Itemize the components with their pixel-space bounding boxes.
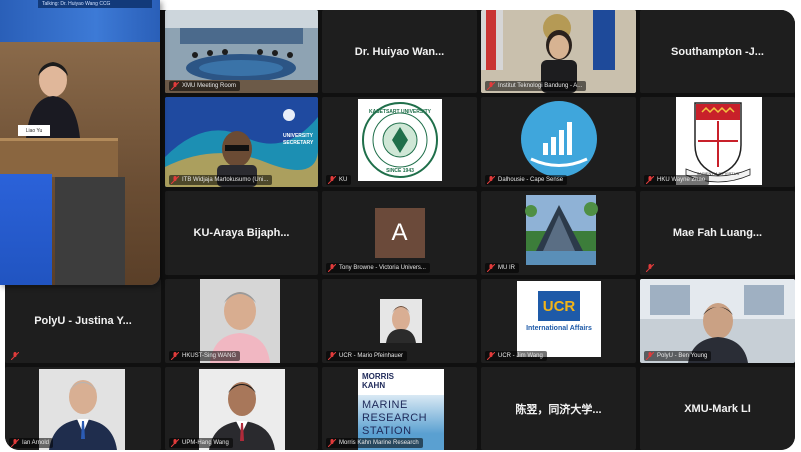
participant-caption: HKU Wayne Zhao xyxy=(644,175,710,185)
participant-name: KU-Araya Bijaph... xyxy=(193,227,290,239)
participant-tile-tongji[interactable]: 陈翌，同济大学... xyxy=(481,367,636,450)
blue-banner xyxy=(0,174,52,285)
ucr-subtitle: International Affairs xyxy=(526,325,592,332)
podium xyxy=(0,138,118,177)
participant-tile-ku-araya[interactable]: KU-Araya Bijaph... xyxy=(165,191,318,275)
participant-caption: XMU Meeting Room xyxy=(169,81,241,91)
participant-tile-itb[interactable]: Institut Teknologi Bandung - A... xyxy=(481,10,636,93)
participant-caption: Tony Browne - Victoria Univers... xyxy=(326,263,430,273)
mic-muted-icon xyxy=(646,352,654,360)
avatar: A xyxy=(374,208,425,258)
participant-caption: UCR - Mario Pfeinhauer xyxy=(326,351,408,361)
mic-muted-icon xyxy=(328,176,336,184)
participant-tile-polyu-justina[interactable]: PolyU - Justina Y... xyxy=(5,279,161,363)
participant-name: XMU-Mark LI xyxy=(684,402,751,415)
mic-muted-icon xyxy=(487,82,495,90)
participant-caption: PolyU - Ben Young xyxy=(644,351,712,361)
participant-tile-ucr-mario[interactable]: UCR - Mario Pfeinhauer xyxy=(322,279,477,363)
mic-muted-icon xyxy=(11,439,19,447)
mkmrs-title: MORRIS KAHN xyxy=(362,372,394,390)
mic-muted-icon xyxy=(487,352,495,360)
seal-top-text: KASETSART UNIVERSITY xyxy=(369,109,431,115)
participant-name: Mae Fah Luang... xyxy=(672,227,763,239)
ucr-logo-card: UCR International Affairs xyxy=(517,281,601,357)
participant-tile-mae-fah-luang[interactable]: Mae Fah Luang... xyxy=(640,191,795,275)
participant-caption: MU IR xyxy=(485,263,519,273)
participant-caption: Dalhousie - Cape Sense xyxy=(485,175,568,185)
participant-caption: Ian Arnold xyxy=(9,438,54,448)
mic-muted-icon xyxy=(171,352,179,360)
participant-tile-ian[interactable]: Ian Arnold xyxy=(5,367,161,450)
mic-muted-icon xyxy=(171,439,179,447)
mic-muted-icon xyxy=(171,82,179,90)
nameplate: Liao Yu xyxy=(18,125,50,136)
participant-tile-xmu-meeting-room[interactable]: XMU Meeting Room xyxy=(165,10,318,93)
participant-tile-hkust[interactable]: HKUST-Sing WANG xyxy=(165,279,318,363)
participant-name: Dr. Huiyao Wan... xyxy=(354,45,445,58)
screen-text: UNIVERSITY SECRETARY xyxy=(283,133,314,146)
mic-muted-icon xyxy=(646,176,654,184)
speaker-room: Liao Yu xyxy=(0,42,160,285)
active-speaker-window[interactable]: Talking: Dr. Huiyao Wang CCG Liao Yu xyxy=(0,0,160,285)
participant-tile-itb-widjaja[interactable]: UNIVERSITY SECRETARY ITB Widjaja Martokus… xyxy=(165,97,318,187)
video-conference-screen: XMU Meeting Room Dr. Huiyao Wan... Insti… xyxy=(0,0,801,452)
participant-caption: KU xyxy=(326,175,352,185)
participant-tile-tony-browne[interactable]: A Tony Browne - Victoria Univers... xyxy=(322,191,477,275)
participant-caption xyxy=(644,263,658,273)
participant-name: PolyU - Justina Y... xyxy=(34,315,132,327)
participant-tile-dalhousie[interactable]: Dalhousie - Cape Sense xyxy=(481,97,636,187)
participant-caption xyxy=(9,351,23,361)
participant-name: Southampton -J... xyxy=(671,45,764,58)
mic-muted-icon xyxy=(171,176,179,184)
participant-tile-ucr-jim[interactable]: UCR International Affairs UCR - Jim Wang xyxy=(481,279,636,363)
participant-tile-dr-huiyao-wang[interactable]: Dr. Huiyao Wan... xyxy=(322,10,477,93)
mic-muted-icon xyxy=(646,264,654,272)
participant-tile-hku[interactable]: SAPIENTIA ET VIRTUS HKU Wayne Zhao xyxy=(640,97,795,187)
participant-name: 陈翌，同济大学... xyxy=(515,403,602,416)
ucr-logo: UCR xyxy=(538,291,580,321)
bar-chart-logo-icon xyxy=(521,101,597,177)
participant-tile-polyu-ben[interactable]: PolyU - Ben Young xyxy=(640,279,795,363)
participant-caption: UCR - Jim Wang xyxy=(485,351,547,361)
stage-stand xyxy=(55,177,125,285)
mkmrs-subtitle: MARINE RESEARCH STATION xyxy=(362,399,428,437)
participant-caption: HKUST-Sing WANG xyxy=(169,351,241,361)
participant-caption: ITB Widjaja Martokusumo (Uni... xyxy=(169,175,273,185)
participant-caption: Institut Teknologi Bandung - A... xyxy=(485,81,587,91)
participant-caption: UPM-Hang Wang xyxy=(169,438,233,448)
mic-muted-icon xyxy=(328,439,336,447)
participant-tile-mu-ir[interactable]: MU IR xyxy=(481,191,636,275)
participant-tile-xmu-mark[interactable]: XMU-Mark LI xyxy=(640,367,795,450)
participant-tile-southampton[interactable]: Southampton -J... xyxy=(640,10,795,93)
talking-indicator: Talking: Dr. Huiyao Wang CCG xyxy=(38,0,152,8)
participant-caption: Morris Kahn Marine Research xyxy=(326,438,423,448)
mic-muted-icon xyxy=(11,352,19,360)
participant-tile-ku[interactable]: KASETSART UNIVERSITY SINCE 1943 KU xyxy=(322,97,477,187)
mic-muted-icon xyxy=(328,264,336,272)
mic-muted-icon xyxy=(328,352,336,360)
seal-bottom-text: SINCE 1943 xyxy=(386,168,414,174)
participant-tile-morris-kahn[interactable]: MORRIS KAHN MARINE RESEARCH STATION Morris … xyxy=(322,367,477,450)
mic-muted-icon xyxy=(487,264,495,272)
mic-muted-icon xyxy=(487,176,495,184)
participant-tile-upm[interactable]: UPM-Hang Wang xyxy=(165,367,318,450)
